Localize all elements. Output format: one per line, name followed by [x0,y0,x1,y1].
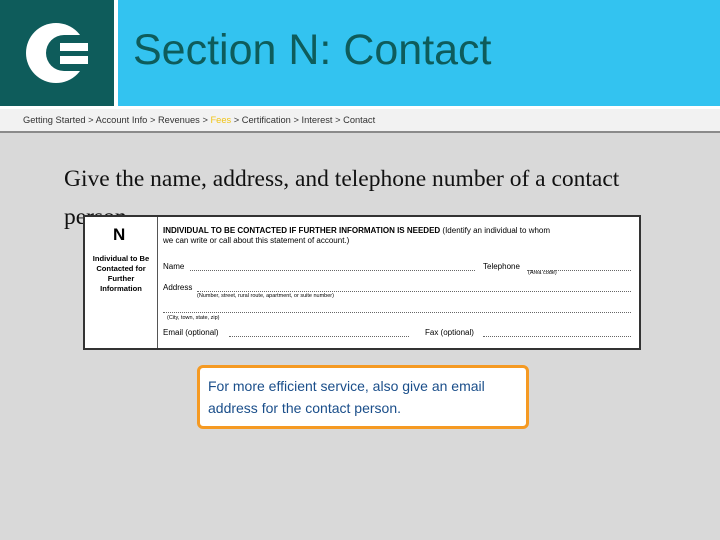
form-name-line [190,270,475,271]
c-logo-icon [26,23,94,83]
callout-note: For more efficient service, also give an… [197,365,529,429]
form-address-line-2 [163,312,631,313]
form-address-hint-1: (Number, street, rural route, apartment,… [197,293,334,299]
form-email-line [229,336,409,337]
breadcrumb-separator: > [202,115,208,125]
form-address-hint-2: (City, town, state, zip) [167,315,220,321]
form-section-image: N Individual to Be Contacted for Further… [83,215,641,350]
breadcrumb-item-fees[interactable]: Fees [210,115,231,125]
breadcrumb-separator: > [149,115,156,125]
breadcrumb-item-contact[interactable]: Contact [343,115,375,125]
form-email-label: Email (optional) [163,328,219,337]
page-title: Section N: Contact [133,26,492,74]
form-heading-rest: (Identify an individual to whom [442,226,551,235]
form-telephone-label: Telephone [483,262,520,271]
breadcrumb-separator: > [233,115,240,125]
form-heading-line-2: we can write or call about this statemen… [163,236,350,245]
form-section-letter: N [113,225,126,244]
form-fax-label: Fax (optional) [425,328,474,337]
form-area-code-note: (Area code) [528,270,557,276]
form-side-label: Individual to Be Contacted for Further I… [92,254,150,293]
breadcrumb-item-revenues[interactable]: Revenues [158,115,200,125]
form-fax-line [483,336,631,337]
breadcrumb-item-interest[interactable]: Interest [301,115,332,125]
breadcrumb-item-certification[interactable]: Certification [242,115,291,125]
breadcrumb-separator: > [88,115,94,125]
form-address-label: Address [163,283,193,292]
breadcrumb: Getting Started > Account Info > Revenue… [23,115,375,125]
form-address-line-1 [197,291,631,292]
logo [0,0,114,106]
breadcrumb-item-getting-started[interactable]: Getting Started [23,115,86,125]
form-heading-bold: INDIVIDUAL TO BE CONTACTED IF FURTHER IN… [163,226,441,235]
form-side-panel: N Individual to Be Contacted for Further… [85,217,158,348]
breadcrumb-separator: > [293,115,299,125]
breadcrumb-separator: > [335,115,341,125]
breadcrumb-item-account-info[interactable]: Account Info [96,115,148,125]
form-heading-line-1: INDIVIDUAL TO BE CONTACTED IF FURTHER IN… [163,226,550,235]
form-name-label: Name [163,262,185,271]
